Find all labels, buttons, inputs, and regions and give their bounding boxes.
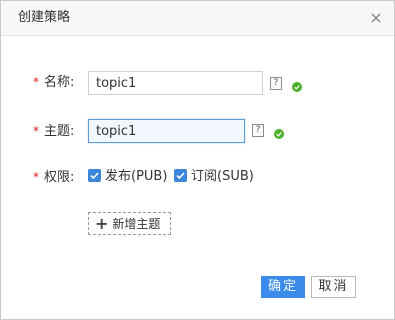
topic-valid-icon bbox=[274, 124, 284, 139]
topic-input[interactable] bbox=[88, 119, 245, 143]
cancel-button[interactable]: 取消 bbox=[311, 276, 356, 298]
add-topic-button[interactable]: + 新增主题 bbox=[88, 212, 171, 235]
required-mark: * bbox=[33, 75, 39, 89]
dialog-title: 创建策略 bbox=[18, 10, 71, 25]
required-mark: * bbox=[33, 170, 39, 184]
checkbox-pub-label: 发布(PUB) bbox=[105, 169, 168, 184]
close-icon[interactable] bbox=[369, 10, 383, 24]
add-topic-label: 新增主题 bbox=[112, 217, 161, 231]
required-mark: * bbox=[33, 124, 39, 138]
dialog-titlebar: 创建策略 bbox=[1, 1, 394, 36]
checkbox-sub-label: 订阅(SUB) bbox=[191, 169, 254, 184]
name-help-icon[interactable]: ? bbox=[270, 77, 282, 90]
permission-label: * 权限: bbox=[33, 170, 75, 185]
name-valid-icon bbox=[292, 77, 302, 92]
checkbox-checked-icon[interactable] bbox=[88, 169, 101, 182]
create-policy-dialog: 创建策略 *名称: ? *主题: ? *权限: bbox=[0, 0, 395, 320]
topic-help-icon[interactable]: ? bbox=[252, 124, 264, 137]
checkbox-pub[interactable]: 发布(PUB) bbox=[88, 169, 167, 185]
plus-icon: + bbox=[95, 214, 109, 233]
checkbox-sub[interactable]: 订阅(SUB) bbox=[174, 169, 254, 185]
confirm-button[interactable]: 确定 bbox=[261, 276, 305, 298]
name-input[interactable] bbox=[88, 71, 263, 95]
checkbox-checked-icon[interactable] bbox=[174, 169, 187, 182]
name-label: * 名称: bbox=[33, 75, 75, 90]
topic-label: * 主题: bbox=[33, 124, 75, 139]
